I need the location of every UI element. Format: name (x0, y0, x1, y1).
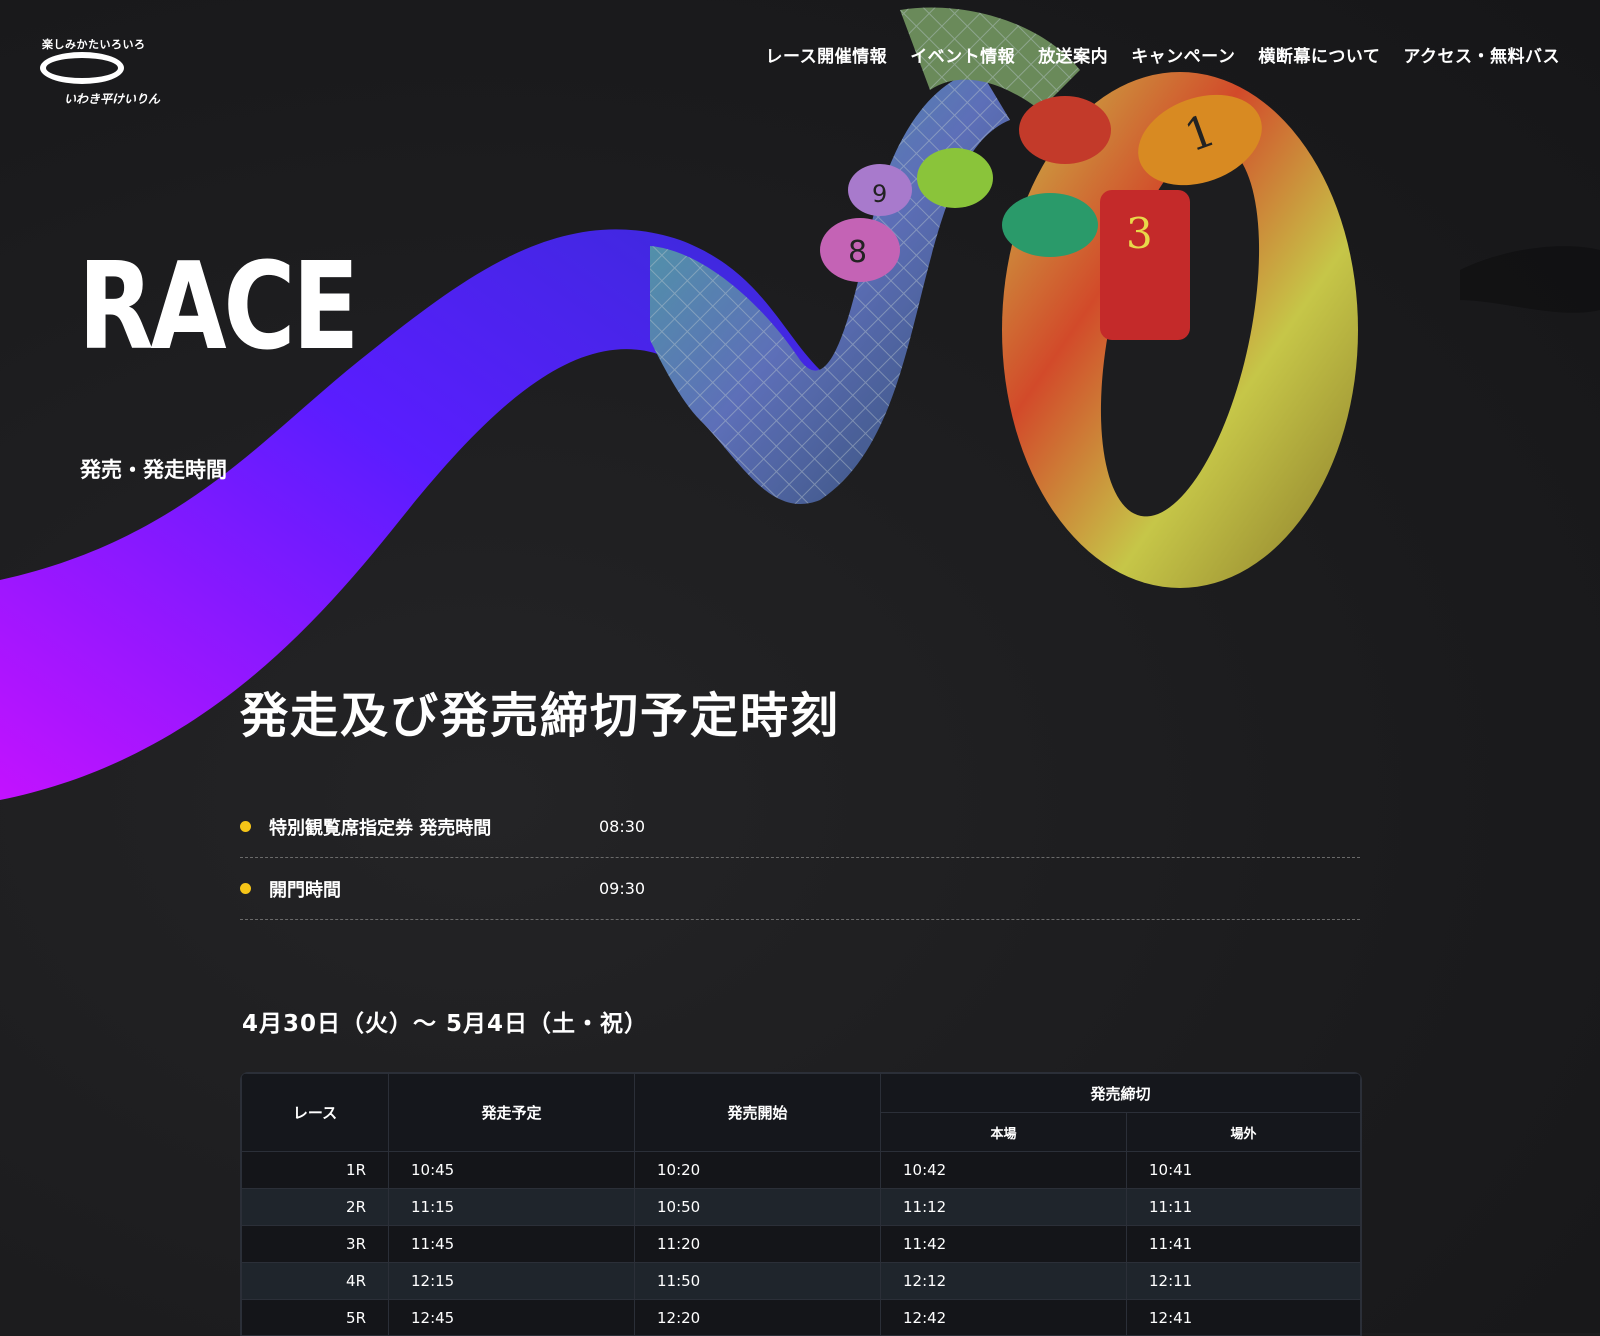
header-off-site: 場外 (1127, 1113, 1361, 1152)
cell-main: 12:12 (881, 1263, 1127, 1300)
nav-events[interactable]: イベント情報 (910, 42, 1015, 67)
logo-name: いわき平けいりん (64, 90, 160, 107)
cell-race: 2R (242, 1189, 389, 1226)
cell-race: 5R (242, 1300, 389, 1336)
nav-campaign[interactable]: キャンペーン (1131, 42, 1235, 67)
info-time: 08:30 (599, 817, 645, 836)
cell-off: 10:41 (1127, 1152, 1361, 1189)
header-race: レース (242, 1074, 389, 1152)
cell-start: 12:45 (389, 1300, 635, 1336)
header-sale-close: 発売締切 (881, 1074, 1361, 1113)
date-range: 4月30日（火）～ 5月4日（土・祝） (242, 1004, 648, 1038)
header-main-venue: 本場 (881, 1113, 1127, 1152)
nav-banner[interactable]: 横断幕について (1258, 42, 1380, 67)
cell-race: 4R (242, 1263, 389, 1300)
cell-off: 11:11 (1127, 1189, 1361, 1226)
cell-main: 12:42 (881, 1300, 1127, 1336)
svg-text:3: 3 (1126, 209, 1153, 258)
cell-open: 11:20 (635, 1226, 881, 1263)
schedule-table: レース 発走予定 発売開始 発売締切 本場 場外 1R 10:45 10:20 … (241, 1073, 1361, 1336)
cell-open: 12:20 (635, 1300, 881, 1336)
info-label: 特別観覧席指定券 発売時間 (269, 814, 599, 840)
cell-main: 11:42 (881, 1226, 1127, 1263)
info-item: 特別観覧席指定券 発売時間 08:30 (240, 796, 1360, 858)
header-sale-open: 発売開始 (635, 1074, 881, 1152)
table-row: 1R 10:45 10:20 10:42 10:41 (242, 1152, 1361, 1189)
info-time: 09:30 (599, 879, 645, 898)
nav-broadcast[interactable]: 放送案内 (1038, 42, 1108, 67)
table-row: 5R 12:45 12:20 12:42 12:41 (242, 1300, 1361, 1336)
info-item: 開門時間 09:30 (240, 858, 1360, 920)
page-subtitle: 発売・発走時間 (80, 454, 227, 484)
cell-open: 11:50 (635, 1263, 881, 1300)
table-row: 3R 11:45 11:20 11:42 11:41 (242, 1226, 1361, 1263)
bullet-icon (240, 821, 251, 832)
cell-start: 10:45 (389, 1152, 635, 1189)
nav-access-bus[interactable]: アクセス・無料バス (1403, 42, 1560, 67)
section-title: 発走及び発売締切予定時刻 (240, 676, 840, 746)
bullet-icon (240, 883, 251, 894)
cell-race: 3R (242, 1226, 389, 1263)
cell-start: 11:15 (389, 1189, 635, 1226)
cell-main: 10:42 (881, 1152, 1127, 1189)
header-start: 発走予定 (389, 1074, 635, 1152)
logo-ring-icon (40, 52, 124, 84)
cell-race: 1R (242, 1152, 389, 1189)
svg-text:9: 9 (872, 180, 887, 208)
cell-off: 11:41 (1127, 1226, 1361, 1263)
cell-open: 10:20 (635, 1152, 881, 1189)
cell-main: 11:12 (881, 1189, 1127, 1226)
cell-open: 10:50 (635, 1189, 881, 1226)
logo-tagline: 楽しみかたいろいろ (42, 36, 146, 52)
info-label: 開門時間 (269, 876, 599, 902)
nav-race-info[interactable]: レース開催情報 (766, 42, 888, 67)
global-nav: レース開催情報 イベント情報 放送案内 キャンペーン 横断幕について アクセス・… (766, 42, 1560, 67)
page-title: RACE (78, 248, 356, 368)
table-row: 4R 12:15 11:50 12:12 12:11 (242, 1263, 1361, 1300)
cell-off: 12:11 (1127, 1263, 1361, 1300)
table-row: 2R 11:15 10:50 11:12 11:11 (242, 1189, 1361, 1226)
svg-text:8: 8 (848, 235, 867, 270)
cell-start: 12:15 (389, 1263, 635, 1300)
site-logo[interactable]: 楽しみかたいろいろ いわき平けいりん (38, 36, 130, 112)
cell-start: 11:45 (389, 1226, 635, 1263)
cell-off: 12:41 (1127, 1300, 1361, 1336)
schedule-table-wrapper: レース 発走予定 発売開始 発売締切 本場 場外 1R 10:45 10:20 … (240, 1072, 1362, 1336)
info-list: 特別観覧席指定券 発売時間 08:30 開門時間 09:30 (240, 796, 1360, 920)
